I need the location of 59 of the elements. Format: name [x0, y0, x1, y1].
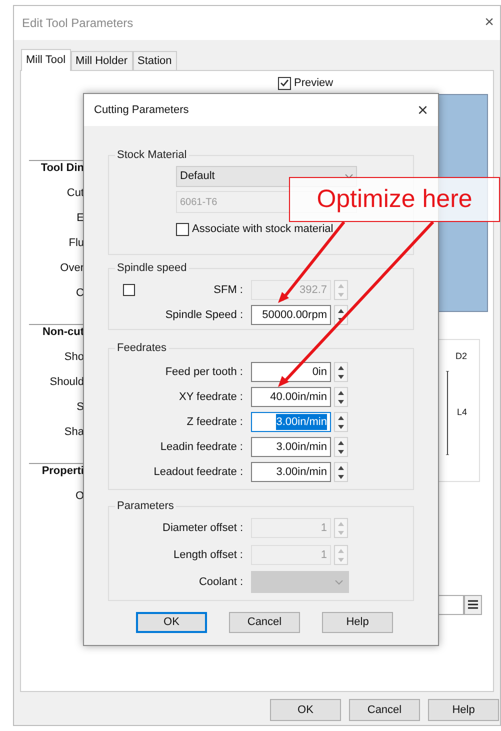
input-field[interactable]: 3.00in/min — [251, 412, 331, 432]
dimension-label: L4 — [456, 406, 467, 420]
dimension-label: D2 — [455, 350, 467, 362]
field-label: Z feedrate : — [186, 414, 244, 430]
dialog-button[interactable]: Help — [322, 612, 393, 633]
field-label: Leadin feedrate : — [159, 440, 244, 455]
field-label: Leadout feedrate : — [152, 464, 244, 480]
checkbox[interactable] — [278, 76, 291, 90]
input-field[interactable]: 3.00in/min — [251, 437, 331, 457]
field-label: XY feedrate : — [178, 390, 244, 405]
spin-buttons[interactable] — [334, 462, 348, 482]
input-field[interactable]: 40.00in/min — [251, 387, 331, 407]
field-label: Sha — [64, 425, 84, 439]
tab[interactable]: Mill Holder — [70, 51, 132, 70]
dialog-button[interactable]: OK — [270, 699, 341, 721]
checkbox[interactable] — [176, 222, 189, 236]
spin-buttons[interactable] — [334, 387, 348, 407]
dialog-button[interactable]: Help — [428, 699, 499, 721]
field-label: SFM : — [212, 282, 244, 298]
close-button[interactable]: × — [484, 15, 494, 31]
tab[interactable]: Station — [132, 51, 177, 70]
field-label: Coolant : — [198, 574, 244, 590]
field-label: S — [76, 400, 84, 414]
spin-buttons[interactable] — [334, 437, 348, 457]
field-label: Feed per tooth : — [164, 364, 244, 380]
spin-buttons[interactable] — [334, 362, 348, 382]
dialog-title: Cutting Parameters — [94, 102, 189, 118]
section-heading: Tool Din — [40, 161, 84, 175]
window-title: Edit Tool Parameters — [22, 15, 134, 32]
field-label: Cut — [66, 186, 84, 200]
input-field[interactable]: 0in — [251, 362, 331, 382]
field-label: Sho — [64, 350, 84, 364]
menu-icon — [468, 600, 478, 609]
checkbox[interactable] — [123, 284, 135, 296]
field-label: Should — [50, 375, 84, 389]
spin-buttons[interactable] — [334, 412, 348, 432]
menu-button[interactable] — [464, 594, 482, 614]
checkbox-label: Associate with stock material — [192, 222, 334, 237]
field-label: Flu — [68, 236, 84, 250]
field-label: E — [76, 211, 84, 225]
field-label: Diameter offset : — [162, 520, 244, 536]
tab[interactable]: Mill Tool — [21, 49, 71, 71]
field-label: Over — [60, 261, 84, 275]
field-label: C — [76, 286, 84, 300]
input-field[interactable]: 3.00in/min — [251, 462, 331, 482]
dialog-button[interactable]: OK — [136, 612, 207, 633]
section-heading: Non-cut — [42, 325, 84, 339]
group-title: Spindle speed — [115, 261, 189, 275]
section-heading: Properti — [42, 464, 84, 478]
chevron-down-icon — [335, 580, 343, 584]
chevron-down-icon — [345, 174, 353, 179]
preview-label: Preview — [294, 76, 334, 91]
field-label: Length offset : — [172, 548, 244, 563]
dialog-button[interactable]: Cancel — [229, 612, 300, 633]
input-field[interactable]: 50000.00rpm — [251, 305, 331, 325]
field-label: Spindle Speed : — [164, 308, 244, 323]
close-button[interactable]: × — [417, 101, 428, 119]
annotation-tooltip: Optimize here — [289, 177, 500, 222]
dialog-button[interactable]: Cancel — [349, 699, 420, 721]
